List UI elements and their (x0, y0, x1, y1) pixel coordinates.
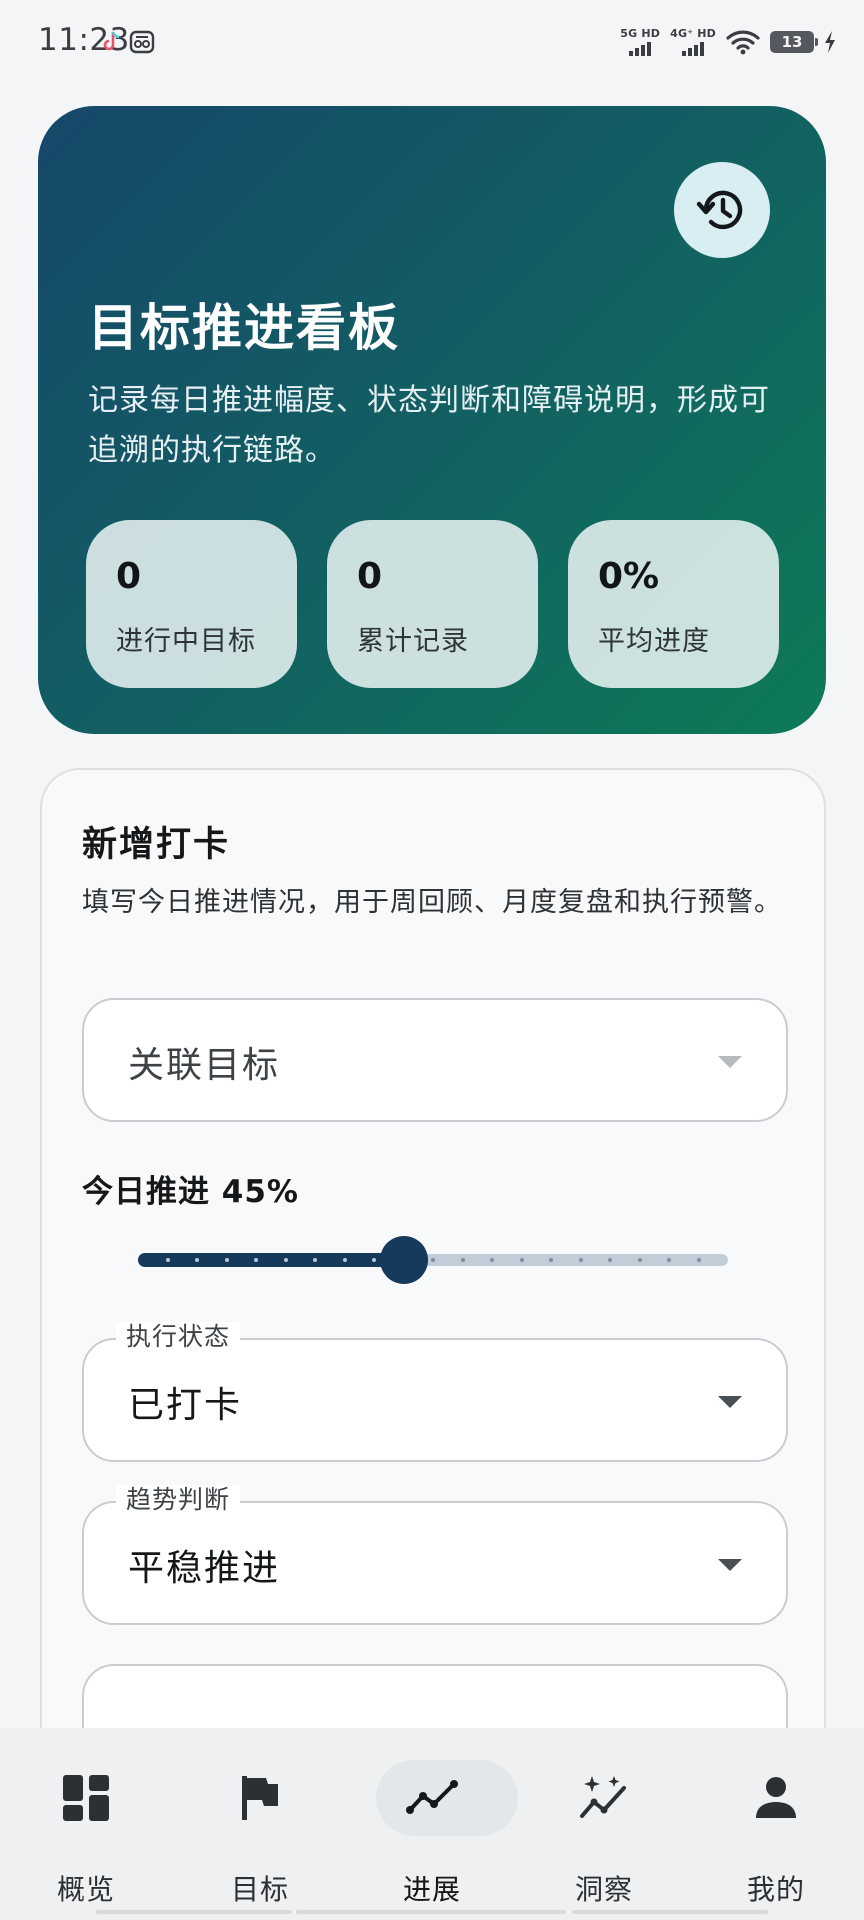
slider-tick (608, 1258, 612, 1262)
slider-tick (342, 1258, 347, 1262)
status-select-value: 已打卡 (128, 1385, 243, 1426)
trend-select-label: 趋势判断 (116, 1485, 241, 1515)
status-select-label: 执行状态 (116, 1322, 241, 1352)
slider-tick (195, 1258, 199, 1262)
signal-icon (629, 42, 652, 56)
stat-label: 进行中目标 (116, 626, 256, 657)
slider-tick (313, 1258, 317, 1262)
slider-tick (372, 1258, 376, 1262)
slider-tick (224, 1258, 229, 1262)
stats-row: 0 进行中目标 0 累计记录 0% 平均进度 (86, 520, 779, 688)
slider-tick (254, 1258, 258, 1262)
network-indicator-1: 5G HD (620, 28, 660, 56)
nav-label: 洞察 (574, 1873, 633, 1906)
stat-value: 0 (357, 556, 383, 597)
battery-icon: 13 (770, 31, 818, 53)
chevron-down-icon (718, 1559, 742, 1571)
trending-line-icon (406, 1780, 458, 1814)
nav-label: 目标 (230, 1873, 289, 1906)
wifi-icon (726, 30, 760, 55)
app-notification-icon (129, 30, 155, 54)
slider-tick (637, 1258, 642, 1262)
goal-select[interactable]: 关联目标 (82, 998, 788, 1122)
nav-item-goals[interactable]: 目标 (174, 1728, 346, 1920)
nav-item-insights[interactable]: 洞察 (518, 1728, 690, 1920)
slider-tick (283, 1258, 288, 1262)
person-icon (756, 1777, 796, 1818)
slider-tick (696, 1258, 701, 1262)
hero-title: 目标推进看板 (88, 299, 400, 357)
form-description: 填写今日推进情况，用于周回顾、月度复盘和执行预警。 (82, 887, 782, 918)
bottom-navigation: 概览 目标 进展 洞察 我的 (0, 1728, 864, 1920)
status-select[interactable]: 执行状态 已打卡 (82, 1322, 788, 1462)
flag-icon (242, 1776, 278, 1820)
goal-select-placeholder: 关联目标 (128, 1045, 281, 1086)
chevron-down-icon (718, 1396, 742, 1408)
stat-total-records: 0 累计记录 (327, 520, 538, 688)
gesture-bar-segment (296, 1910, 566, 1914)
slider-ticks (138, 1258, 728, 1262)
trend-select-value: 平稳推进 (128, 1548, 281, 1589)
gesture-bar-segment (96, 1910, 292, 1914)
slider-tick (431, 1258, 435, 1262)
slider-thumb[interactable] (379, 1236, 428, 1284)
stat-average-progress: 0% 平均进度 (568, 520, 779, 688)
stat-value: 0% (598, 556, 660, 597)
nav-label: 我的 (746, 1873, 805, 1906)
dashboard-icon (63, 1775, 109, 1821)
slider-tick (460, 1258, 465, 1262)
network-label: 5G HD (620, 27, 661, 40)
tiktok-icon (103, 31, 120, 51)
slider-tick (578, 1258, 583, 1262)
chevron-down-icon (718, 1056, 742, 1068)
history-button[interactable] (674, 162, 770, 258)
hero-description: 记录每日推进幅度、状态判断和障碍说明，形成可追溯的执行链路。 (88, 383, 770, 468)
goal-dashboard-hero: 目标推进看板 记录每日推进幅度、状态判断和障碍说明，形成可追溯的执行链路。 0 … (38, 106, 826, 734)
signal-icon (682, 42, 705, 56)
status-bar: 11:23 5G HD 4G⁺ HD 13 (0, 0, 864, 80)
stat-value: 0 (116, 556, 142, 597)
slider-tick (549, 1258, 553, 1262)
trend-select[interactable]: 趋势判断 平稳推进 (82, 1485, 788, 1625)
stat-active-goals: 0 进行中目标 (86, 520, 297, 688)
history-icon (696, 190, 743, 230)
status-indicators: 5G HD 4G⁺ HD 13 (620, 24, 836, 60)
slider-tick (667, 1258, 671, 1262)
slider-tick (490, 1258, 494, 1262)
nav-item-progress[interactable]: 进展 (346, 1728, 518, 1920)
stat-label: 累计记录 (357, 626, 469, 657)
nav-label: 概览 (56, 1873, 115, 1906)
nav-item-profile[interactable]: 我的 (690, 1728, 862, 1920)
slider-tick (519, 1258, 524, 1262)
nav-label: 进展 (402, 1873, 461, 1906)
network-label: 4G⁺ HD (670, 27, 716, 40)
slider-tick (165, 1258, 170, 1262)
nav-item-overview[interactable]: 概览 (0, 1728, 172, 1920)
charging-bolt-icon (825, 31, 835, 53)
stat-label: 平均进度 (598, 626, 710, 657)
insights-sparkle-icon (580, 1776, 626, 1818)
progress-label: 今日推进 45% (82, 1174, 299, 1210)
form-title: 新增打卡 (82, 825, 231, 865)
gesture-bar-segment (572, 1910, 768, 1914)
progress-slider[interactable] (138, 1236, 728, 1284)
battery-level: 13 (781, 33, 803, 51)
network-indicator-2: 4G⁺ HD (670, 28, 716, 56)
